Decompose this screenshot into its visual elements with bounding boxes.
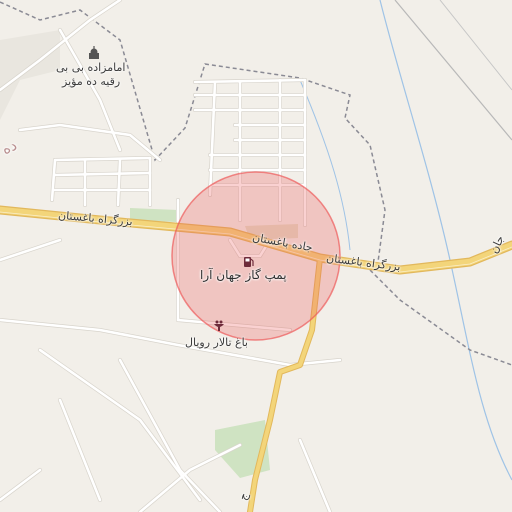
- map-canvas[interactable]: ده امامزاده بی بی رقیه ده مؤیز بزرگراه ب…: [0, 0, 512, 512]
- gas-station-label[interactable]: پمپ گاز جهان آرا: [200, 268, 287, 282]
- hall-label[interactable]: باغ تالار رویال: [185, 336, 248, 349]
- shrine-label-2[interactable]: رقیه ده مؤیز: [62, 75, 120, 88]
- shrine-label[interactable]: امامزاده بی بی: [56, 61, 125, 74]
- residential-area: [0, 30, 60, 120]
- shrine-icon[interactable]: [89, 46, 99, 59]
- boundary-line: [369, 269, 512, 366]
- railway-line: [439, 0, 512, 91]
- highlight-circle: [171, 171, 341, 341]
